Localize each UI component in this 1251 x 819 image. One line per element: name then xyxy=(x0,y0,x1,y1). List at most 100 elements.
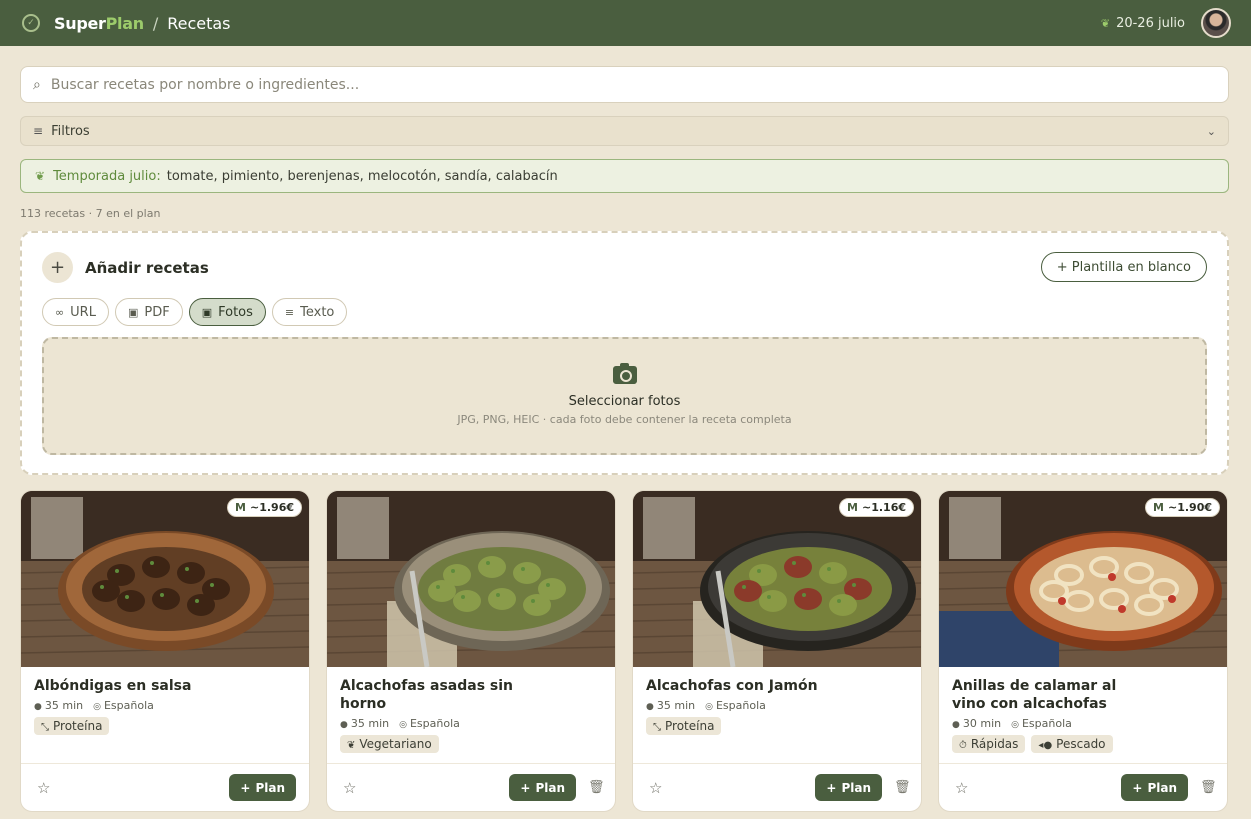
price-prefix: M xyxy=(847,501,858,514)
plus-icon[interactable]: + xyxy=(42,252,73,283)
trash-icon[interactable]: 🗑 xyxy=(588,780,605,795)
search-input[interactable] xyxy=(50,76,1216,93)
tag-vegetariano[interactable]: ❦ Vegetariano xyxy=(340,735,439,753)
leaf-icon: ❦ xyxy=(35,169,46,183)
logo-icon[interactable]: ✓ xyxy=(22,14,40,32)
price-value: ~1.96€ xyxy=(249,501,294,514)
cuisine-meta: ◎ Española xyxy=(1011,717,1072,730)
recipe-photo-frame[interactable] xyxy=(21,491,309,667)
recipe-photo xyxy=(633,491,921,667)
price-badge: M ~1.90€ xyxy=(1145,498,1220,517)
tab-label: Fotos xyxy=(218,304,253,320)
recipe-title[interactable]: Alcachofas asadas sin horno xyxy=(340,677,602,713)
add-to-plan-button[interactable]: + Plan xyxy=(815,774,882,801)
recipe-photo xyxy=(327,491,615,667)
tag-label: Proteína xyxy=(53,719,103,733)
week-selector[interactable]: ❦ 20-26 julio xyxy=(1101,16,1185,31)
recipe-photo-frame[interactable] xyxy=(633,491,921,667)
recipe-photo xyxy=(939,491,1227,667)
plus-icon: + xyxy=(520,780,531,795)
week-label: 20-26 julio xyxy=(1116,15,1185,31)
time-label: 30 min xyxy=(962,717,1002,730)
tag-label: Proteína xyxy=(665,719,715,733)
star-icon[interactable]: ☆ xyxy=(649,779,662,797)
camera-icon xyxy=(612,363,637,384)
recipe-card[interactable]: M ~1.16€ Alcachofas con Jamón ● 35 min ◎ Españ… xyxy=(632,490,922,812)
globe-icon: ◎ xyxy=(705,702,713,712)
recipe-title[interactable]: Albóndigas en salsa xyxy=(34,677,296,695)
photo-dropzone[interactable]: Seleccionar fotos JPG, PNG, HEIC · cada … xyxy=(42,337,1207,455)
recipe-tags: ⏱ Rápidas ◂● Pescado xyxy=(952,735,1214,753)
recipe-photo-frame[interactable] xyxy=(939,491,1227,667)
star-icon[interactable]: ☆ xyxy=(37,779,50,797)
tag-proteína[interactable]: ⤡ Proteína xyxy=(646,717,722,735)
plan-label: Plan xyxy=(841,780,871,795)
blank-template-button[interactable]: + Plantilla en blanco xyxy=(1040,252,1207,282)
plus-icon: + xyxy=(1132,780,1143,795)
plan-label: Plan xyxy=(255,780,285,795)
plus-icon: + xyxy=(240,780,251,795)
price-badge: M ~1.96€ xyxy=(227,498,302,517)
filters-toggle[interactable]: ≡ Filtros ⌄ xyxy=(20,116,1229,146)
brand-logo[interactable]: SuperPlan xyxy=(54,14,144,33)
recipe-meta: ● 35 min ◎ Española xyxy=(340,717,602,730)
cuisine-label: Española xyxy=(409,717,460,730)
tab-label: PDF xyxy=(144,304,170,320)
trash-icon[interactable]: 🗑 xyxy=(1200,780,1217,795)
recipe-title[interactable]: Alcachofas con Jamón xyxy=(646,677,908,695)
season-banner: ❦ Temporada julio: tomate, pimiento, ber… xyxy=(20,159,1229,193)
add-to-plan-button[interactable]: + Plan xyxy=(509,774,576,801)
recipe-card[interactable]: Alcachofas asadas sin horno ● 35 min ◎ Españ… xyxy=(326,490,616,812)
tag-rápidas[interactable]: ⏱ Rápidas xyxy=(952,735,1026,753)
tab-pdf[interactable]: ▣ PDF xyxy=(114,298,183,326)
dropzone-hint: JPG, PNG, HEIC · cada foto debe contener… xyxy=(457,413,792,426)
tab-texto[interactable]: ≡ Texto xyxy=(271,298,348,326)
trash-icon[interactable]: 🗑 xyxy=(894,780,911,795)
globe-icon: ◎ xyxy=(1011,720,1019,730)
add-to-plan-button[interactable]: + Plan xyxy=(229,774,296,801)
clock-icon: ● xyxy=(646,702,654,712)
add-recipes-header: + Añadir recetas xyxy=(42,252,209,283)
pdf-icon: ▣ xyxy=(127,305,139,319)
recipe-card[interactable]: M ~1.90€ Anillas de calamar al vino con al… xyxy=(938,490,1228,812)
time-meta: ● 30 min xyxy=(952,717,1001,730)
cuisine-meta: ◎ Española xyxy=(705,699,766,712)
filter-icon: ≡ xyxy=(33,124,44,138)
time-meta: ● 35 min xyxy=(646,699,695,712)
recipe-title[interactable]: Anillas de calamar al vino con alcachofa… xyxy=(952,677,1214,713)
import-tabs: ∞ URL ▣ PDF ▣ Fotos ≡ Texto xyxy=(42,298,348,326)
price-prefix: M xyxy=(1153,501,1164,514)
tab-fotos[interactable]: ▣ Fotos xyxy=(188,298,266,326)
time-label: 35 min xyxy=(350,717,390,730)
card-footer: ☆ + Plan 🗑 xyxy=(327,763,615,811)
avatar[interactable] xyxy=(1201,8,1231,38)
recipe-tags: ⤡ Proteína xyxy=(34,717,296,735)
add-recipes-title: Añadir recetas xyxy=(85,258,209,277)
season-label: Temporada julio: xyxy=(53,168,161,184)
recipe-photo-frame[interactable] xyxy=(327,491,615,667)
tab-url[interactable]: ∞ URL xyxy=(42,298,109,326)
cuisine-label: Española xyxy=(715,699,766,712)
page-title: Recetas xyxy=(167,13,231,33)
star-icon[interactable]: ☆ xyxy=(343,779,356,797)
season-items: tomate, pimiento, berenjenas, melocotón,… xyxy=(166,168,558,184)
star-icon[interactable]: ☆ xyxy=(955,779,968,797)
card-footer: ☆ + Plan 🗑 xyxy=(633,763,921,811)
add-to-plan-button[interactable]: + Plan xyxy=(1121,774,1188,801)
tag-label: Vegetariano xyxy=(359,737,432,751)
recipe-tags: ❦ Vegetariano xyxy=(340,735,602,753)
tag-pescado[interactable]: ◂● Pescado xyxy=(1031,735,1113,753)
leaf-icon: ❦ xyxy=(347,740,356,751)
globe-icon: ◎ xyxy=(399,720,407,730)
text-icon: ≡ xyxy=(284,305,295,319)
clock-icon: ● xyxy=(340,720,348,730)
recipe-meta: ● 35 min ◎ Española xyxy=(34,699,296,712)
tag-proteína[interactable]: ⤡ Proteína xyxy=(34,717,110,735)
recipe-card[interactable]: M ~1.96€ Albóndigas en salsa ● 35 min ◎ Españo… xyxy=(20,490,310,812)
price-badge: M ~1.16€ xyxy=(839,498,914,517)
recipe-meta: ● 35 min ◎ Española xyxy=(646,699,908,712)
fish-icon: ◂● xyxy=(1038,740,1053,751)
add-recipes-panel: + Añadir recetas + Plantilla en blanco ∞… xyxy=(20,231,1229,475)
arrows-icon: ⤡ xyxy=(41,722,49,733)
cuisine-meta: ◎ Española xyxy=(93,699,154,712)
